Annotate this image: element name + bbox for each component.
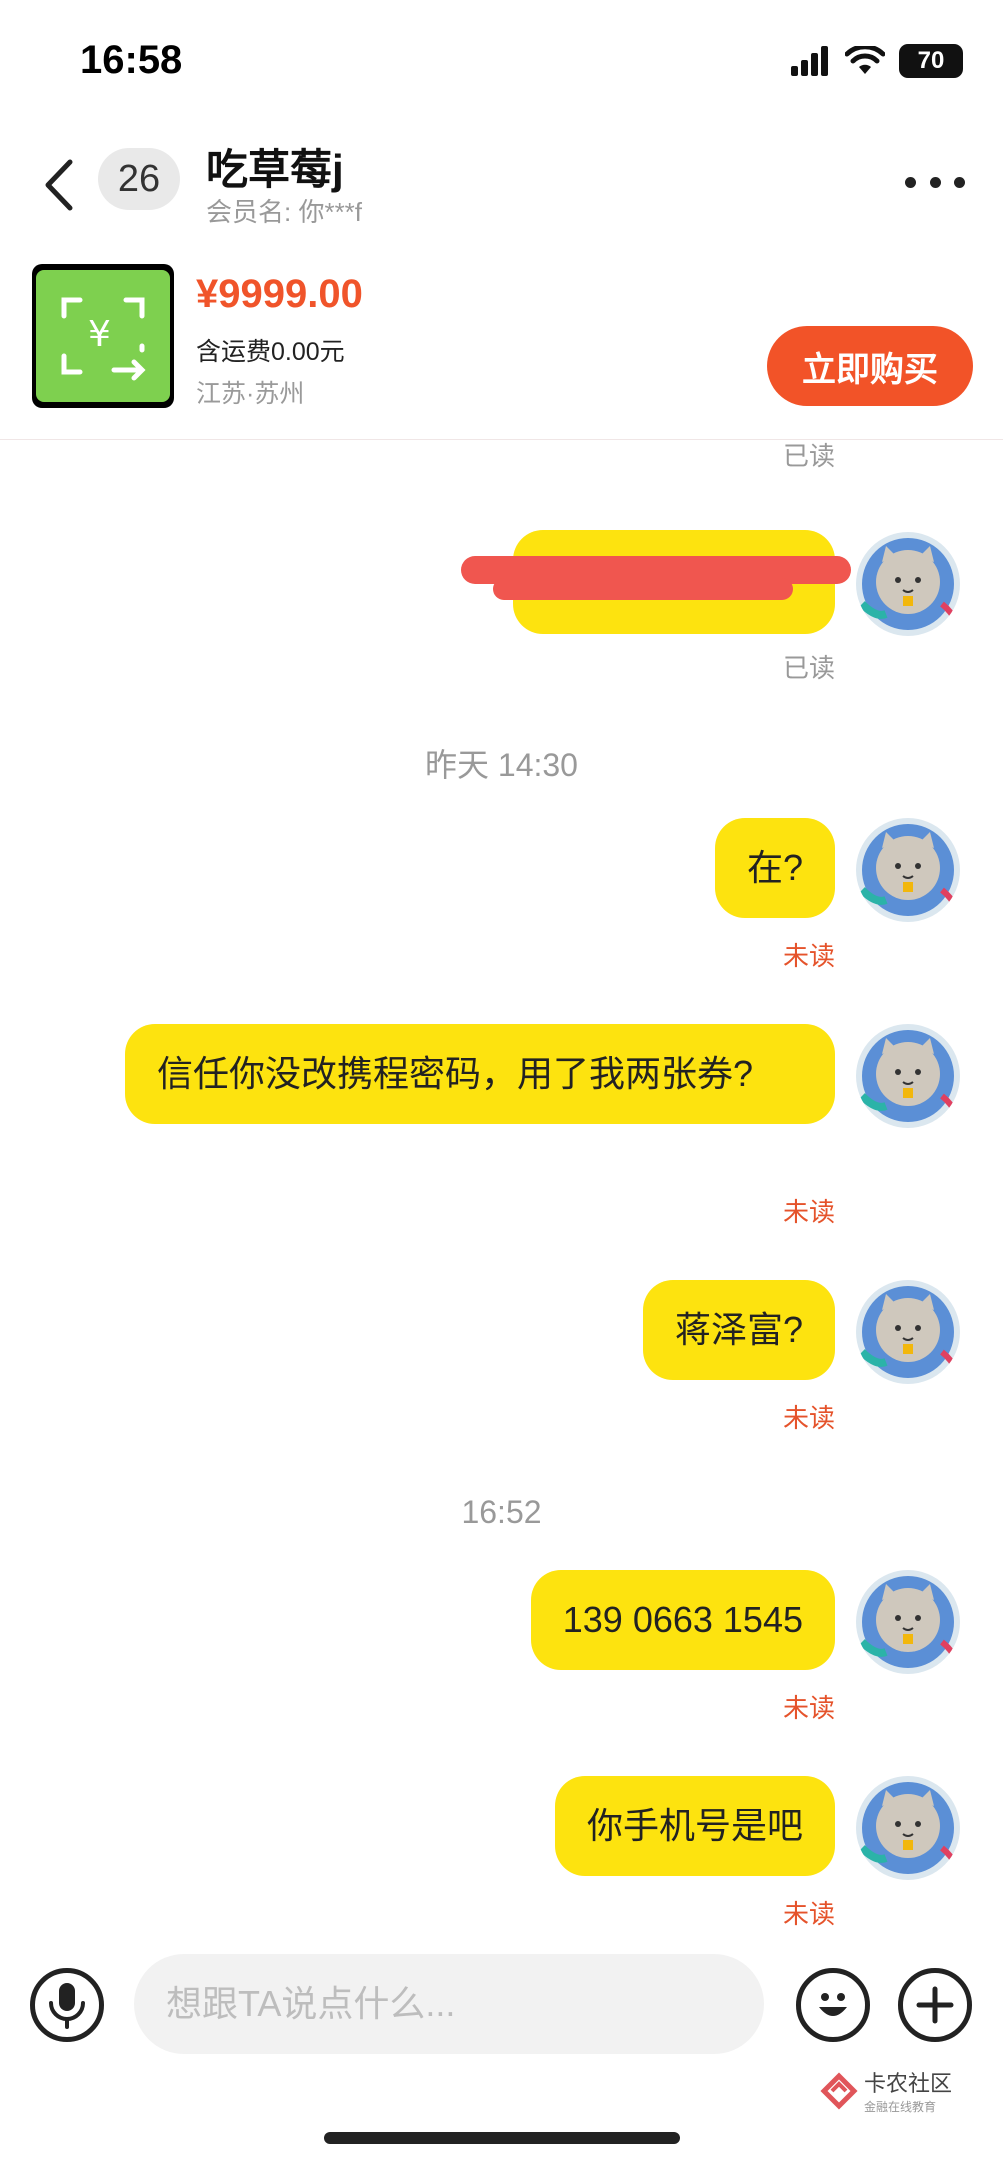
status-icons: 70 <box>791 44 963 78</box>
avatar[interactable] <box>856 1570 960 1674</box>
status-time: 16:58 <box>80 38 183 82</box>
product-price: ¥9999.00 <box>196 272 363 316</box>
signal-icon <box>791 46 828 76</box>
wifi-icon <box>845 46 885 74</box>
emoji-button[interactable] <box>796 1968 870 2042</box>
watermark-subtitle: 金融在线教育 <box>864 2100 937 2114</box>
voice-button[interactable] <box>30 1968 104 2042</box>
more-dot-icon <box>929 176 941 188</box>
more-dot-icon <box>954 176 965 188</box>
cat-avatar-icon <box>859 1030 959 1122</box>
message-bubble[interactable]: 在? <box>714 818 835 918</box>
message-bubble[interactable]: 信任你没改携程密码，用了我两张券? <box>125 1024 835 1124</box>
message-bubble[interactable] <box>461 530 851 634</box>
time-separator: 16:52 <box>461 1494 542 1530</box>
cat-avatar-icon <box>859 1286 959 1378</box>
message-bubble[interactable]: 你手机号是吧 <box>554 1776 835 1876</box>
product-location: 江苏·苏州 <box>196 380 305 408</box>
read-status: 未读 <box>782 941 835 971</box>
payment-transfer-icon: ¥ <box>61 297 146 381</box>
chat-header: 26 吃草莓j 会员名: 你***f <box>0 130 1003 250</box>
unread-count-badge[interactable]: 26 <box>98 148 180 210</box>
contact-name: 吃草莓j <box>206 146 344 193</box>
avatar[interactable] <box>856 818 960 922</box>
watermark-title: 卡农社区 <box>864 2071 953 2096</box>
message-bubble[interactable]: 蒋泽富? <box>642 1280 835 1380</box>
chevron-left-icon <box>45 159 73 211</box>
read-status: 未读 <box>782 1197 835 1227</box>
message-bubble[interactable]: 139 0663 1545 <box>530 1570 835 1670</box>
microphone-icon <box>49 1983 85 2029</box>
chat-messages[interactable]: 已读 已读 昨天 14:30 在? 未读 信任你没改携程密码，用了我两张券? 未… <box>0 440 1003 1940</box>
time-separator: 昨天 14:30 <box>425 747 578 783</box>
read-status: 未读 <box>782 1693 835 1723</box>
product-thumbnail[interactable]: ¥ <box>32 264 174 408</box>
avatar[interactable] <box>856 1024 960 1128</box>
buy-now-button[interactable]: 立即购买 <box>767 326 973 406</box>
product-shipping: 含运费0.00元 <box>196 338 345 366</box>
member-name: 会员名: 你***f <box>206 197 363 227</box>
smiley-icon <box>819 1993 847 2016</box>
message-input[interactable] <box>134 1954 764 2054</box>
avatar[interactable] <box>856 532 960 636</box>
plus-icon <box>916 1986 954 2024</box>
watermark: 卡农社区 金融在线教育 <box>820 2066 952 2115</box>
home-indicator[interactable] <box>324 2132 680 2144</box>
read-status: 未读 <box>782 1899 835 1929</box>
more-options-button[interactable] <box>905 162 965 202</box>
redaction-mark <box>493 578 793 600</box>
status-bar: 16:58 70 <box>0 0 1003 130</box>
cat-avatar-icon <box>859 538 959 630</box>
kanong-logo-icon <box>820 2071 858 2110</box>
read-status: 已读 <box>782 653 835 683</box>
product-card[interactable]: ¥ ¥9999.00 含运费0.00元 江苏·苏州 立即购买 <box>0 262 1003 440</box>
back-button[interactable] <box>40 150 90 220</box>
read-status: 未读 <box>782 1403 835 1433</box>
read-status: 已读 <box>782 441 835 471</box>
cat-avatar-icon <box>859 1576 959 1668</box>
cat-avatar-icon <box>859 824 959 916</box>
cat-avatar-icon <box>859 1782 959 1874</box>
battery-indicator: 70 <box>899 44 963 78</box>
avatar[interactable] <box>856 1776 960 1880</box>
more-dot-icon <box>905 176 916 188</box>
svg-text:¥: ¥ <box>88 314 111 355</box>
avatar[interactable] <box>856 1280 960 1384</box>
message-input-bar <box>0 1950 1003 2060</box>
add-button[interactable] <box>898 1968 972 2042</box>
